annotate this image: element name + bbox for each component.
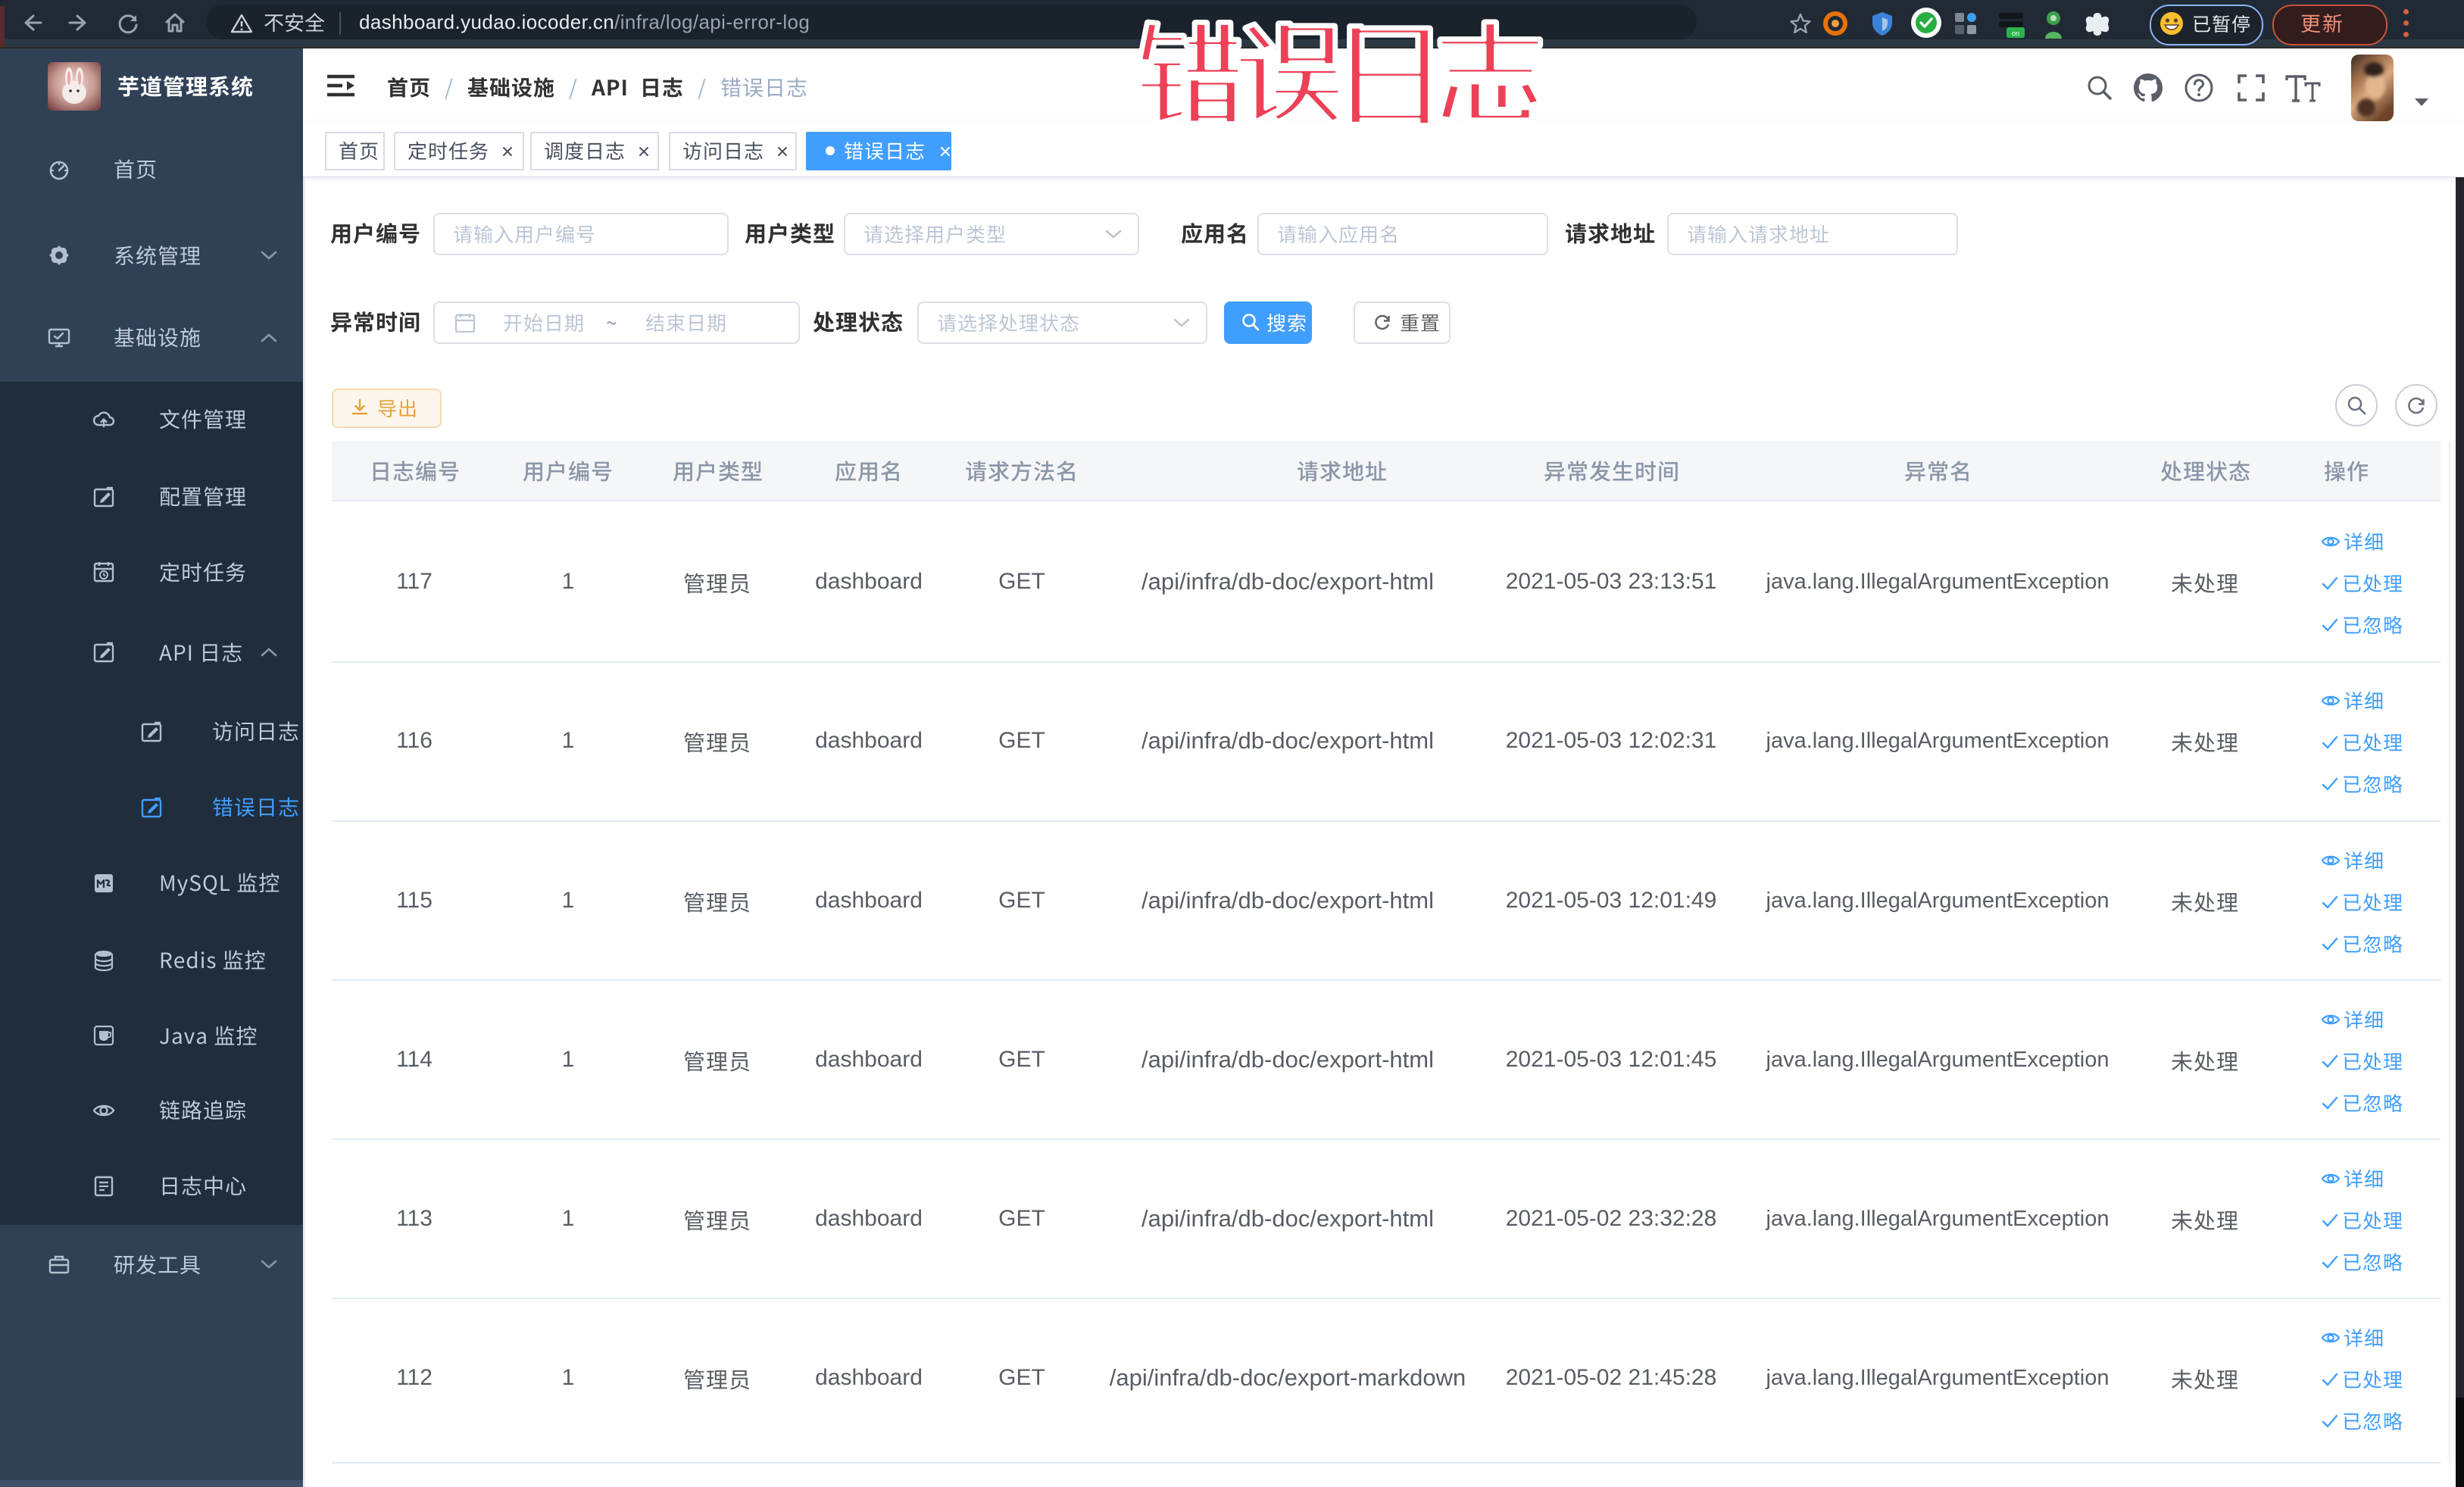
svg-text:on: on	[2012, 30, 2019, 37]
